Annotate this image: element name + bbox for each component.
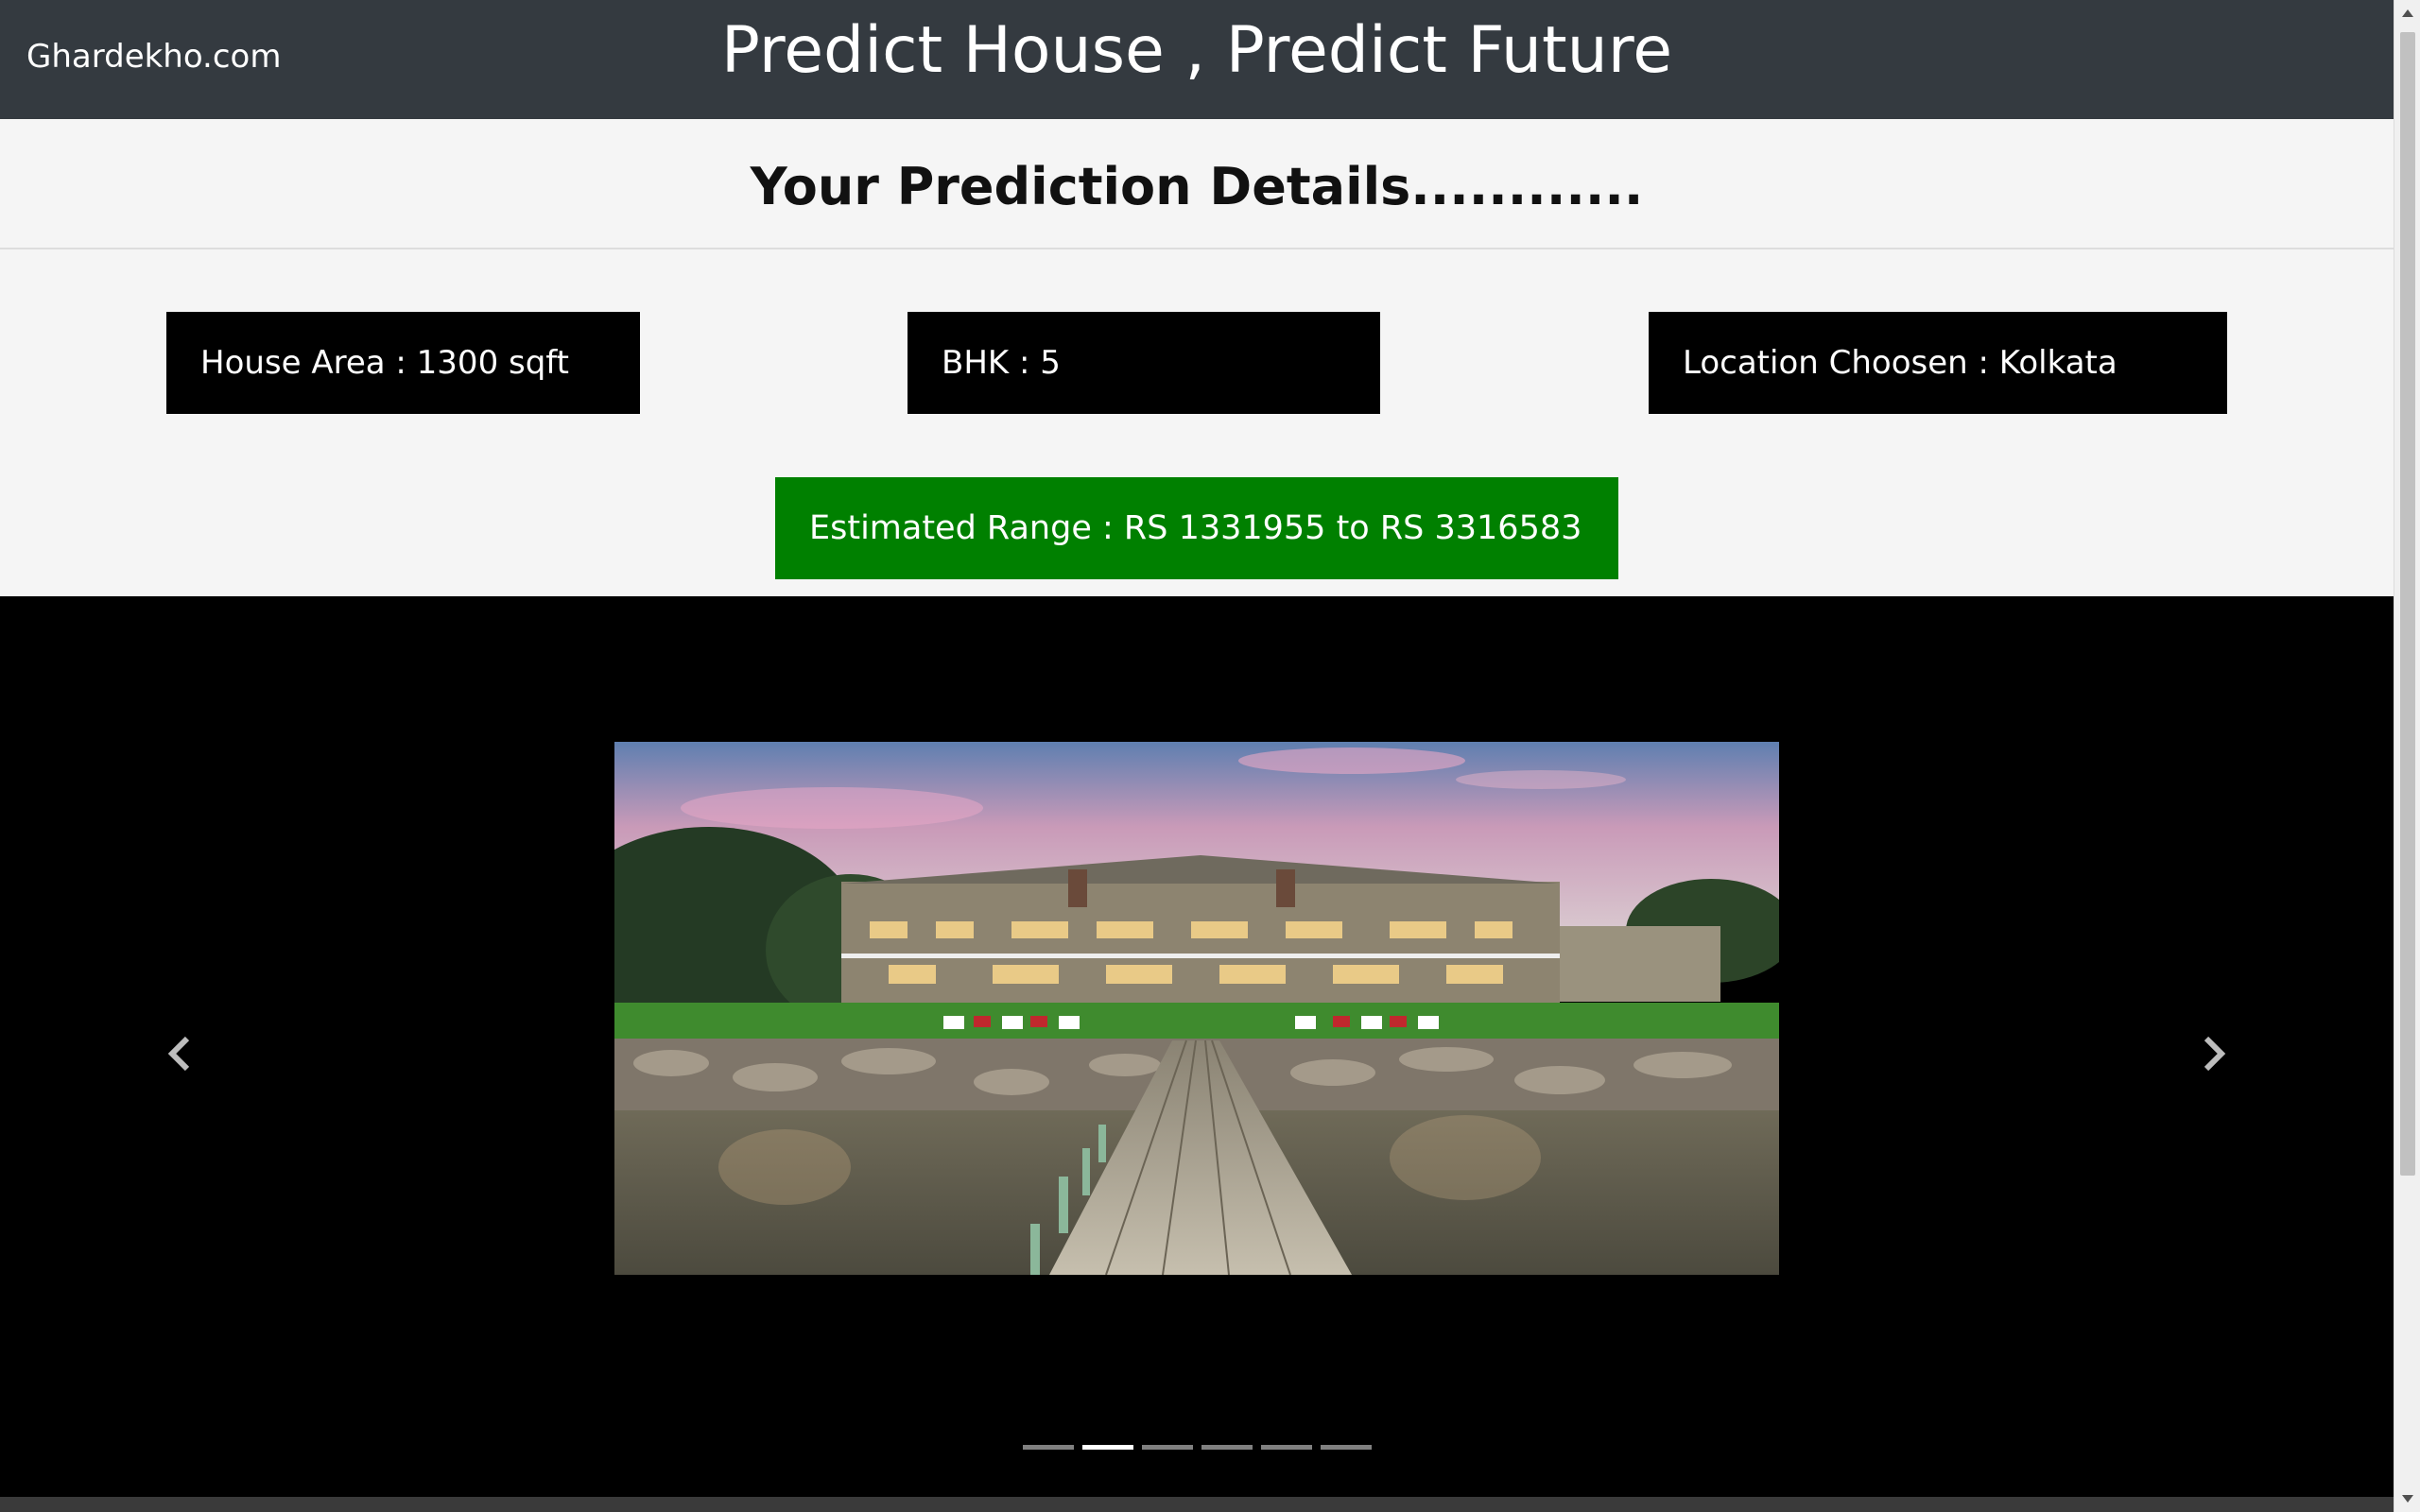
location-text: Location Choosen : Kolkata (1683, 344, 2118, 382)
estimated-range-box: Estimated Range : RS 1331955 to RS 33165… (775, 477, 1618, 579)
footer-strip (0, 1497, 2394, 1512)
carousel-indicator[interactable] (1320, 1445, 1372, 1450)
house-area-text: House Area : 1300 sqft (200, 344, 570, 382)
carousel-prev-button[interactable] (151, 1027, 208, 1084)
carousel-indicator[interactable] (1260, 1445, 1312, 1450)
page-title: Predict House , Predict Future (720, 13, 1673, 88)
bhk-text: BHK : 5 (942, 344, 1061, 382)
top-navbar: Ghardekho.com Predict House , Predict Fu… (0, 0, 2394, 119)
house-area-box: House Area : 1300 sqft (166, 312, 640, 414)
prediction-details-heading: Your Prediction Details............ (750, 157, 1644, 216)
carousel-indicators (0, 1445, 2394, 1454)
carousel-indicator[interactable] (1201, 1445, 1253, 1450)
house-photo (614, 742, 1779, 1275)
scrollbar-thumb[interactable] (2400, 32, 2415, 1176)
prediction-details-header: Your Prediction Details............ (0, 119, 2394, 249)
chevron-right-icon (2201, 1035, 2227, 1076)
bhk-box: BHK : 5 (908, 312, 1380, 414)
carousel-indicator[interactable] (1141, 1445, 1193, 1450)
estimated-range-text: Estimated Range : RS 1331955 to RS 33165… (809, 509, 1582, 547)
location-box: Location Choosen : Kolkata (1649, 312, 2227, 414)
carousel-indicator-active[interactable] (1081, 1445, 1133, 1450)
scroll-up-arrow-icon[interactable] (2394, 0, 2420, 26)
chevron-left-icon (166, 1035, 193, 1076)
carousel-indicator[interactable] (1022, 1445, 1074, 1450)
house-image-carousel (0, 596, 2394, 1497)
carousel-next-button[interactable] (2186, 1027, 2242, 1084)
scroll-down-arrow-icon[interactable] (2394, 1486, 2420, 1512)
vertical-scrollbar[interactable] (2394, 0, 2420, 1512)
